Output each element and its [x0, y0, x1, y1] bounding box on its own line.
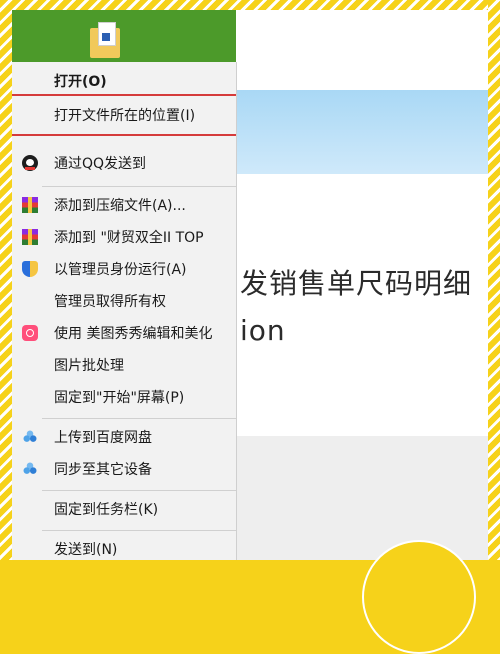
baidu-cloud-icon	[22, 429, 38, 445]
left-border-decoration	[0, 0, 12, 560]
winrar-icon	[22, 229, 38, 245]
shield-icon	[22, 261, 38, 277]
menu-item-label: 管理员取得所有权	[54, 294, 166, 310]
menu-item-batch-process[interactable]: 图片批处理	[12, 350, 236, 380]
menu-item-add-to-named-archive[interactable]: 添加到 "财贸双全II TOP	[12, 222, 236, 252]
menu-item-take-ownership[interactable]: 管理员取得所有权	[12, 286, 236, 316]
menu-item-label: 添加到 "财贸双全II TOP	[54, 230, 204, 246]
menu-item-edit-with-meitu[interactable]: 使用 美图秀秀编辑和美化	[12, 318, 236, 348]
menu-item-label: 通过QQ发送到	[54, 156, 147, 172]
menu-item-label: 以管理员身份运行(A)	[54, 262, 187, 278]
background-header-band	[236, 90, 488, 174]
menu-item-pin-to-taskbar[interactable]: 固定到任务栏(K)	[12, 494, 236, 524]
menu-item-label: 发送到(N)	[54, 542, 118, 558]
menu-separator	[42, 186, 236, 187]
menu-separator	[42, 490, 236, 491]
menu-separator	[42, 418, 236, 419]
menu-item-label: 图片批处理	[54, 358, 124, 374]
background-title: 发销售单尺码明细	[240, 267, 473, 300]
menu-item-label: 固定到任务栏(K)	[54, 502, 159, 518]
menu-separator	[42, 530, 236, 531]
right-border-decoration	[488, 0, 500, 560]
menu-item-pin-to-start[interactable]: 固定到"开始"屏幕(P)	[12, 382, 236, 412]
menu-item-label: 固定到"开始"屏幕(P)	[54, 390, 185, 406]
baidu-cloud-icon	[22, 461, 38, 477]
qq-icon	[22, 155, 38, 171]
menu-item-label: 打开文件所在的位置(I)	[54, 108, 196, 124]
menu-item-label: 上传到百度网盘	[54, 430, 152, 446]
menu-item-open[interactable]: 打开(O)	[12, 66, 236, 96]
menu-item-sync-devices[interactable]: 同步至其它设备	[12, 454, 236, 484]
folder-doc-icon	[90, 22, 122, 60]
menu-item-label: 打开(O)	[54, 74, 107, 90]
background-panel	[236, 436, 488, 560]
menu-item-label: 同步至其它设备	[54, 462, 152, 478]
decorative-circle	[362, 540, 476, 654]
background-subtitle: ion	[240, 314, 286, 347]
taskbar-tile[interactable]	[12, 10, 236, 62]
menu-item-label: 添加到压缩文件(A)...	[54, 198, 186, 214]
menu-item-open-file-location[interactable]: 打开文件所在的位置(I)	[12, 94, 236, 136]
menu-item-add-to-archive[interactable]: 添加到压缩文件(A)...	[12, 190, 236, 220]
background-window: 发销售单尺码明细 ion	[236, 10, 488, 560]
context-menu: 打开(O) 打开文件所在的位置(I) 通过QQ发送到 添加到压缩文件(A)...…	[12, 62, 237, 560]
menu-item-send-via-qq[interactable]: 通过QQ发送到	[12, 148, 236, 178]
menu-item-run-as-admin[interactable]: 以管理员身份运行(A)	[12, 254, 236, 284]
menu-item-upload-baidu[interactable]: 上传到百度网盘	[12, 422, 236, 452]
meitu-icon	[22, 325, 38, 341]
menu-item-label: 使用 美图秀秀编辑和美化	[54, 326, 213, 342]
winrar-icon	[22, 197, 38, 213]
